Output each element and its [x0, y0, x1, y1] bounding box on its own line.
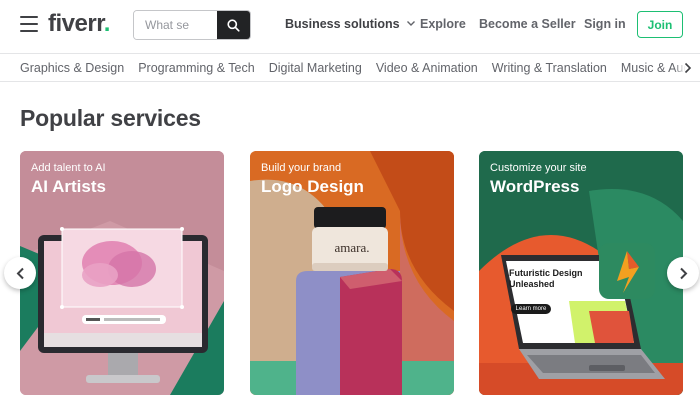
carousel-next-button[interactable]	[667, 257, 699, 289]
chevron-right-icon	[684, 62, 692, 73]
fiverr-logo[interactable]: fiverr.	[48, 10, 110, 38]
card-subtitle: Build your brand	[261, 162, 342, 174]
screen-headline: Futuristic Design Unleashed	[509, 268, 583, 289]
category-writing-translation[interactable]: Writing & Translation	[492, 61, 607, 75]
chevron-right-icon	[679, 267, 687, 279]
card-title: Logo Design	[261, 177, 364, 196]
carousel-prev-button[interactable]	[4, 257, 36, 289]
screen-button: Learn more	[515, 306, 547, 312]
join-button[interactable]: Join	[637, 11, 683, 38]
become-seller-link[interactable]: Become a Seller	[479, 17, 576, 31]
logo-dot: .	[103, 10, 111, 37]
card-title: WordPress	[490, 177, 580, 196]
chevron-down-icon	[406, 21, 415, 26]
search-icon	[227, 18, 240, 32]
hamburger-icon[interactable]	[20, 16, 38, 32]
search-bar	[133, 10, 251, 40]
category-graphics-design[interactable]: Graphics & Design	[20, 61, 124, 75]
card-subtitle: Customize your site	[490, 162, 587, 174]
category-digital-marketing[interactable]: Digital Marketing	[269, 61, 362, 75]
service-card-logo-design[interactable]: Build your brand Logo Design amara.	[250, 151, 454, 395]
chevron-left-icon	[16, 267, 24, 279]
business-solutions-label: Business solutions	[285, 17, 400, 31]
service-card-ai-artists[interactable]: Add talent to AI AI Artists	[20, 151, 224, 395]
category-programming-tech[interactable]: Programming & Tech	[138, 61, 255, 75]
top-header: fiverr. Business solutions Explore Becom…	[0, 0, 700, 52]
category-scroll-right[interactable]	[674, 54, 700, 81]
card-subtitle: Add talent to AI	[31, 162, 106, 174]
service-card-wordpress[interactable]: Customize your site WordPress Futuristic…	[479, 151, 683, 395]
category-video-animation[interactable]: Video & Animation	[376, 61, 478, 75]
sign-in-link[interactable]: Sign in	[584, 17, 626, 31]
search-input[interactable]	[134, 11, 217, 39]
section-title: Popular services	[20, 105, 201, 131]
card-title: AI Artists	[31, 177, 106, 196]
search-button[interactable]	[217, 11, 250, 39]
category-menu: Graphics & Design Programming & Tech Dig…	[0, 53, 700, 82]
logo-text: fiverr	[48, 10, 104, 37]
business-solutions-menu[interactable]: Business solutions	[285, 17, 416, 31]
jar-label: amara.	[334, 240, 370, 255]
explore-link[interactable]: Explore	[420, 17, 466, 31]
